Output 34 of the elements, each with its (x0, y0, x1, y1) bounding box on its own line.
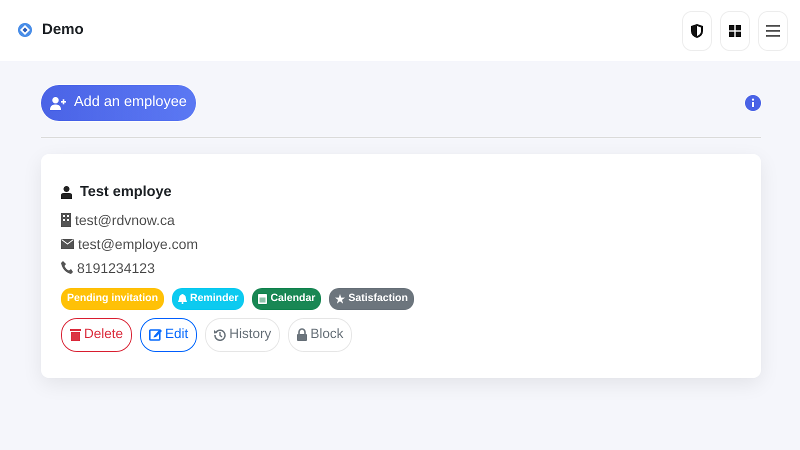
lock-icon (297, 328, 308, 341)
shield-icon (691, 24, 703, 38)
contact-text: test@employe.com (78, 234, 198, 254)
history-icon (214, 328, 226, 340)
building-icon (61, 212, 71, 227)
edit-icon (149, 328, 162, 341)
action-button[interactable]: Edit (140, 318, 198, 352)
envelope-icon (61, 238, 74, 249)
status-tag: Reminder (172, 288, 244, 310)
status-tag: Satisfaction (329, 288, 414, 310)
action-button[interactable]: Block (288, 318, 352, 352)
calendar-icon (258, 294, 268, 304)
contact-text: 8191234123 (77, 258, 155, 278)
add-person-icon (50, 96, 66, 110)
grid-icon (729, 24, 741, 36)
employee-name: Test employe (80, 183, 172, 202)
trash-icon (70, 328, 81, 341)
action-button[interactable]: History (205, 318, 280, 352)
shield-button[interactable] (682, 10, 712, 50)
action-button[interactable]: Delete (61, 318, 132, 352)
bell-icon (178, 294, 187, 304)
brand-name: Demo (42, 20, 84, 40)
contact-text: test@rdvnow.ca (75, 210, 175, 230)
phone-icon (61, 261, 73, 274)
person-icon (61, 186, 72, 200)
info-icon[interactable] (745, 95, 761, 111)
grid-button[interactable] (720, 10, 750, 50)
add-employee-button[interactable]: Add an employee (41, 85, 196, 121)
star-icon (335, 294, 346, 304)
menu-button[interactable] (758, 10, 788, 50)
status-tag: Calendar (252, 288, 322, 310)
logo-icon (16, 22, 34, 40)
status-tag: Pending invitation (61, 288, 164, 310)
menu-icon (766, 24, 780, 36)
